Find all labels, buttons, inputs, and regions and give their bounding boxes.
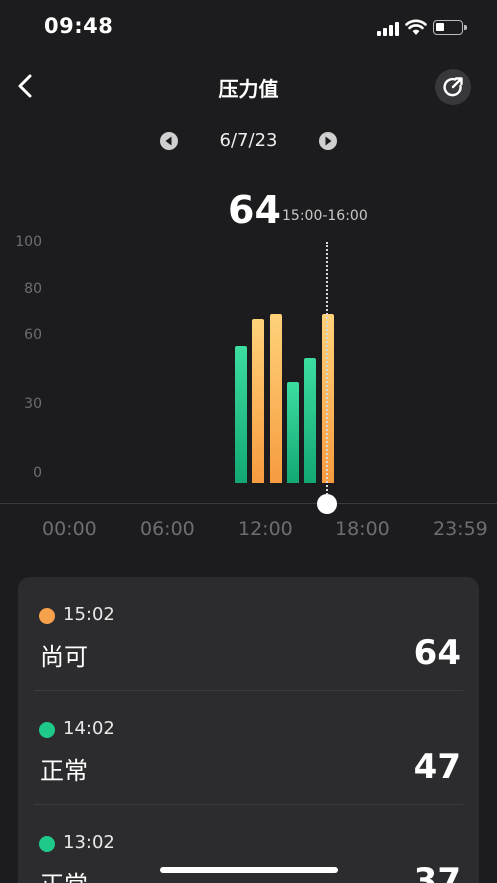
x-tick-label: 00:00 [42,518,97,540]
x-tick-label: 06:00 [140,518,195,540]
record-level: 正常 [40,757,88,785]
previous-day-button[interactable] [160,132,178,150]
x-tick-label: 18:00 [335,518,390,540]
record-value: 64 [413,633,461,673]
selection-handle[interactable] [317,494,337,514]
record-value: 47 [413,747,461,787]
record-time: 14:02 [63,718,115,739]
triangle-right-icon [325,136,332,146]
records-card: 15:02 尚可 64 14:02 正常 47 13:02 正常 37 [18,577,479,883]
selection-cursor-line [326,242,328,502]
chart-bar[interactable] [304,357,317,483]
y-tick-label: 80 [24,281,42,297]
status-bar: 09:48 [0,0,497,56]
record-time: 15:02 [63,604,115,625]
chart-bar[interactable] [252,319,265,483]
date-navigator: 6/7/23 [0,128,497,156]
y-tick-label: 0 [33,465,42,481]
status-dot [39,608,55,624]
battery-icon [433,20,467,35]
selected-time-range: 15:00-16:00 [282,208,368,224]
share-icon [443,77,463,97]
list-item[interactable]: 14:02 正常 47 [18,691,479,805]
share-button[interactable] [435,69,471,105]
y-tick-label: 100 [15,234,42,250]
chart-bar[interactable] [235,345,247,483]
status-time: 09:48 [44,14,114,38]
chart-baseline [0,503,497,504]
current-date: 6/7/23 [219,130,278,151]
record-level: 正常 [40,865,88,883]
record-time: 13:02 [63,832,115,853]
list-item[interactable]: 15:02 尚可 64 [18,577,479,691]
chart-bar[interactable] [286,381,299,483]
page-title: 压力值 [218,77,279,101]
triangle-left-icon [165,136,172,146]
record-value: 37 [413,861,461,883]
selected-stress-value: 64 [228,188,281,232]
x-tick-label: 23:59 [433,518,488,540]
wifi-icon [405,19,427,35]
x-tick-label: 12:00 [238,518,293,540]
home-indicator [160,867,338,873]
record-level: 尚可 [40,643,88,671]
next-day-button[interactable] [319,132,337,150]
status-dot [39,836,55,852]
chart-bar[interactable] [269,314,282,483]
y-tick-label: 60 [24,327,42,343]
status-dot [39,722,55,738]
y-tick-label: 30 [24,396,42,412]
cellular-signal-icon [377,22,400,36]
